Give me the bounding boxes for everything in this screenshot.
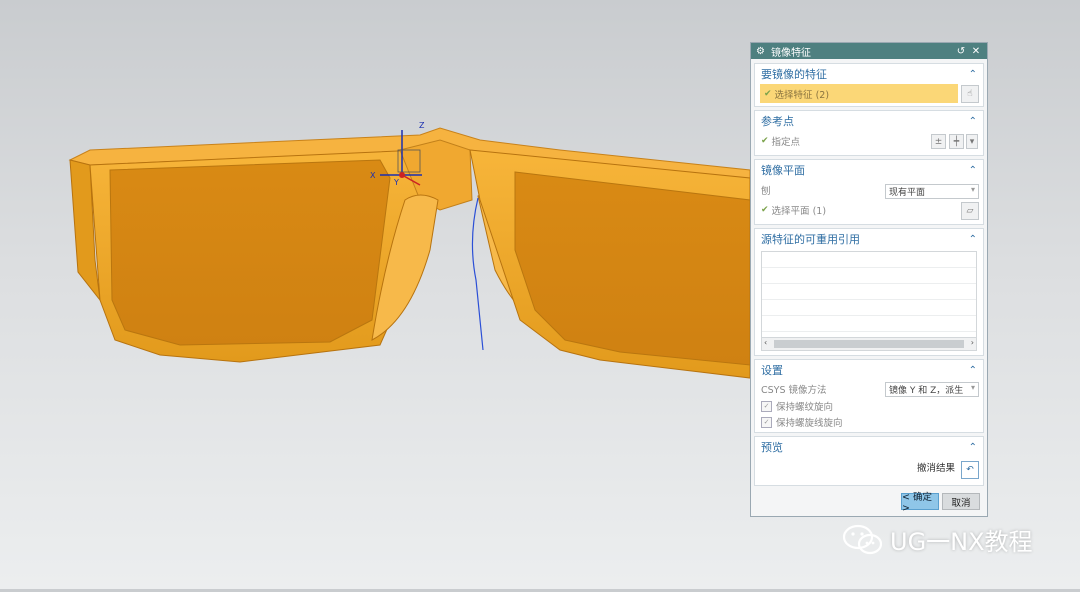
hand-pointer-icon: ☝ — [967, 89, 973, 99]
mirror-feature-dialog: ⚙ 镜像特征 ↺ ✕ 要镜像的特征 ⌃ ✔ 选择特征 (2) ☝ 参考点 ⌃ ✔… — [750, 42, 988, 517]
section-settings-title: 设置 — [761, 364, 783, 377]
csys-method-select[interactable]: 镜像 Y 和 Z，派生 ▾ — [885, 382, 979, 397]
scroll-right-icon[interactable]: › — [971, 338, 974, 347]
chevron-up-icon[interactable]: ⌃ — [969, 442, 977, 453]
select-plane-label: 选择平面 (1) — [771, 206, 827, 217]
point-icon: ± — [934, 136, 943, 147]
csys-method-value: 镜像 Y 和 Z，派生 — [889, 386, 964, 396]
section-features: 要镜像的特征 ⌃ ✔ 选择特征 (2) ☝ — [754, 63, 984, 107]
select-plane-row[interactable]: ✔ 选择平面 (1) — [755, 200, 983, 220]
section-settings-header[interactable]: 设置 ⌃ — [755, 360, 983, 380]
chevron-up-icon[interactable]: ⌃ — [969, 69, 977, 80]
section-mirror-plane-title: 镜像平面 — [761, 164, 805, 177]
gear-icon: ⚙ — [756, 45, 765, 57]
plane-type-label: 刨 — [761, 186, 771, 197]
keep-helix-row[interactable]: ✓ 保持螺旋线旋向 — [755, 414, 983, 430]
chevron-up-icon[interactable]: ⌃ — [969, 165, 977, 176]
select-feature-field[interactable]: ✔ 选择特征 (2) — [760, 84, 958, 103]
point-dialog-button[interactable]: ± — [931, 134, 946, 149]
plane-type-select[interactable]: 现有平面 ▾ — [885, 184, 979, 199]
undo-result-row: 撤消结果 — [755, 457, 983, 477]
chevron-up-icon[interactable]: ⌃ — [969, 116, 977, 127]
list-item — [762, 284, 976, 300]
chevron-up-icon[interactable]: ⌃ — [969, 365, 977, 376]
dialog-titlebar[interactable]: ⚙ 镜像特征 ↺ ✕ — [751, 43, 987, 59]
specify-point-label: 指定点 — [771, 137, 801, 148]
wechat-icon — [842, 524, 883, 554]
check-icon: ✔ — [761, 205, 769, 215]
keep-helix-checkbox[interactable]: ✓ — [761, 416, 772, 428]
axis-y-label: Y — [393, 178, 399, 187]
keep-thread-checkbox[interactable]: ✓ — [761, 400, 772, 412]
plane-type-value: 现有平面 — [889, 188, 926, 198]
section-mirror-plane-header[interactable]: 镜像平面 ⌃ — [755, 160, 983, 180]
list-item — [762, 268, 976, 284]
keep-thread-label: 保持螺纹旋向 — [776, 402, 834, 413]
section-reusable-refs-header[interactable]: 源特征的可重用引用 ⌃ — [755, 229, 983, 249]
watermark-text: UG一NX教程 — [890, 528, 1033, 556]
chevron-down-icon: ▾ — [970, 185, 975, 194]
undo-result-label: 撤消结果 — [916, 463, 955, 474]
chevron-down-icon: ▾ — [969, 136, 975, 147]
section-preview: 预览 ⌃ 撤消结果 ↶ — [754, 436, 984, 486]
cancel-button[interactable]: 取消 — [942, 493, 980, 510]
watermark: UG一NX教程 — [842, 522, 1033, 557]
csys-method-label: CSYS 镜像方法 — [761, 385, 827, 396]
close-icon[interactable]: ✕ — [970, 46, 982, 57]
section-features-title: 要镜像的特征 — [761, 68, 827, 81]
section-preview-title: 预览 — [761, 441, 783, 454]
chevron-up-icon[interactable]: ⌃ — [969, 234, 977, 245]
ok-button[interactable]: < 确定 > — [901, 492, 939, 514]
section-reusable-refs-title: 源特征的可重用引用 — [761, 233, 860, 246]
axis-z-label: Z — [419, 121, 425, 130]
undo-result-button[interactable]: ↶ — [961, 461, 979, 479]
scroll-left-icon[interactable]: ‹ — [764, 338, 767, 347]
list-item — [762, 252, 976, 268]
section-ref-point-header[interactable]: 参考点 ⌃ — [755, 111, 983, 131]
section-mirror-plane: 镜像平面 ⌃ 刨 现有平面 ▾ ✔ 选择平面 (1) ▱ — [754, 159, 984, 225]
plane-icon: ▱ — [966, 206, 974, 216]
inferred-point-icon: ┿ — [953, 136, 960, 147]
dialog-title: 镜像特征 — [770, 47, 811, 59]
axis-x-label: X — [370, 171, 376, 180]
list-item — [762, 300, 976, 316]
check-icon: ✔ — [764, 88, 772, 99]
list-item — [762, 316, 976, 332]
check-icon: ✔ — [761, 136, 769, 146]
scrollbar-thumb[interactable] — [774, 340, 964, 348]
section-preview-header[interactable]: 预览 ⌃ — [755, 437, 983, 457]
section-settings: 设置 ⌃ CSYS 镜像方法 镜像 Y 和 Z，派生 ▾ ✓ 保持螺纹旋向 ✓ … — [754, 359, 984, 433]
horizontal-scrollbar[interactable]: ‹ › — [762, 337, 976, 350]
inferred-point-button[interactable]: ┿ — [949, 134, 964, 149]
reusable-refs-list[interactable]: ‹ › — [761, 251, 977, 351]
point-type-dropdown[interactable]: ▾ — [966, 134, 978, 149]
plane-select-button[interactable]: ▱ — [961, 202, 979, 220]
section-reusable-refs: 源特征的可重用引用 ⌃ ‹ › — [754, 228, 984, 356]
reset-icon[interactable]: ↺ — [955, 46, 967, 57]
feature-select-button[interactable]: ☝ — [961, 85, 979, 103]
section-ref-point-title: 参考点 — [761, 115, 794, 128]
section-ref-point: 参考点 ⌃ ✔ 指定点 ± ┿ ▾ — [754, 110, 984, 156]
keep-helix-label: 保持螺旋线旋向 — [776, 418, 843, 429]
section-features-header[interactable]: 要镜像的特征 ⌃ — [755, 64, 983, 84]
chevron-down-icon: ▾ — [970, 383, 975, 392]
keep-thread-row[interactable]: ✓ 保持螺纹旋向 — [755, 398, 983, 414]
select-feature-label: 选择特征 (2) — [774, 89, 830, 101]
undo-icon: ↶ — [966, 465, 974, 475]
